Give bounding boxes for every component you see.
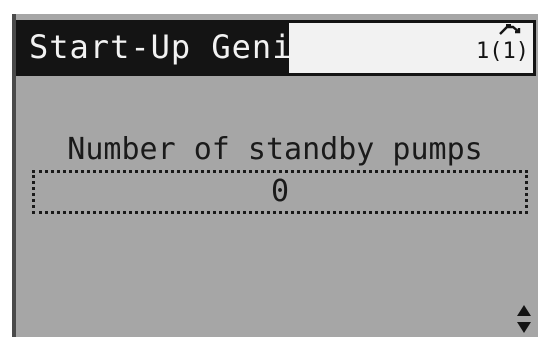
parameter-label: Number of standby pumps [67, 132, 483, 167]
menu-index: 1(1) [476, 39, 529, 64]
screen-title: Start-Up Genie [29, 28, 313, 66]
title-bar: Start-Up Genie 1(1) [16, 20, 536, 76]
parameter-value-field[interactable]: 0 [32, 170, 528, 214]
up-down-arrows-icon [517, 305, 531, 333]
parameter-value: 0 [270, 174, 290, 209]
menu-indicator: 1(1) [471, 23, 529, 73]
lcp-display: Start-Up Genie 1(1) Number of standby pu… [12, 14, 538, 337]
display-left-edge [12, 14, 16, 337]
title-highlight: Start-Up Genie [19, 23, 312, 73]
menu-tree-icon [499, 24, 521, 35]
